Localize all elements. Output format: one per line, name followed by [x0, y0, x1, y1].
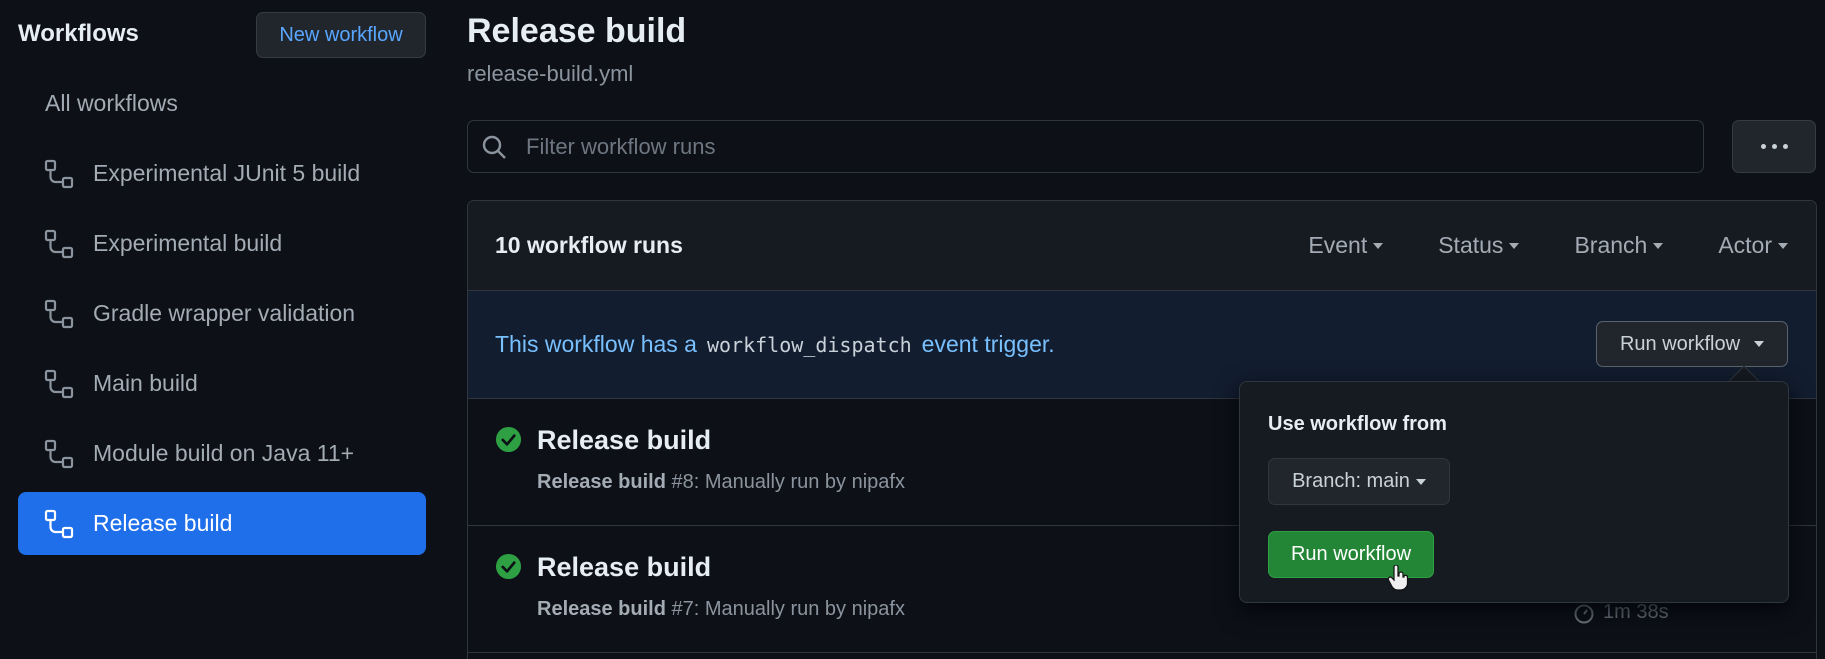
run-meta: Release build #7: Manually run by nipafx [537, 598, 905, 621]
workflows-sidebar: Workflows New workflow All workflows Exp… [0, 0, 445, 659]
stopwatch-icon [1574, 604, 1594, 623]
sidebar-item-label: Main build [93, 370, 198, 396]
branch-label: Branch: main [1292, 470, 1410, 492]
run-title[interactable]: Release build [537, 425, 711, 456]
sidebar-item-experimental-build[interactable]: Experimental build [18, 212, 426, 275]
branch-select-button[interactable]: Branch: main [1268, 458, 1450, 505]
caret-down-icon [1415, 478, 1426, 485]
run-description: #7: Manually run by nipafx [665, 598, 905, 620]
event-filter-dropdown[interactable]: Event [1308, 232, 1384, 259]
run-workflow-name: Release build [537, 598, 666, 620]
workflow-file-link[interactable]: release-build.yml [467, 61, 633, 87]
sidebar-item-label: Module build on Java 11+ [93, 440, 355, 466]
caret-down-icon [1754, 341, 1765, 347]
run-description: #8: Manually run by nipafx [665, 471, 905, 493]
run-duration: 1m 38s [1573, 601, 1669, 624]
sidebar-item-label: Release build [93, 510, 233, 536]
run-title[interactable]: Release build [537, 552, 711, 583]
more-options-button[interactable] [1732, 120, 1816, 173]
workflow-icon [44, 299, 74, 329]
run-duration-text: 1m 38s [1603, 601, 1669, 623]
workflow-list: Experimental JUnit 5 build Experimental … [18, 142, 426, 562]
dot-icon [1771, 144, 1777, 149]
caret-down-icon [1778, 242, 1788, 249]
sidebar-item-module-build-java11[interactable]: Module build on Java 11+ [18, 422, 426, 485]
actor-filter-dropdown[interactable]: Actor [1718, 232, 1788, 259]
dispatch-text-after: event trigger. [921, 331, 1055, 357]
new-workflow-button[interactable]: New workflow [256, 12, 426, 58]
filter-box [467, 120, 1704, 173]
dispatch-code: workflow_dispatch [706, 333, 912, 357]
dispatch-message: This workflow has a workflow_dispatch even… [495, 331, 1055, 358]
runs-filters: Event Status Branch Actor [1253, 232, 1788, 259]
sidebar-item-label: Experimental build [93, 230, 283, 256]
sidebar-item-release-build[interactable]: Release build [18, 492, 426, 555]
success-check-icon [495, 426, 522, 453]
run-workflow-label: Run workflow [1619, 332, 1741, 355]
sidebar-title: Workflows [18, 20, 139, 47]
workflow-icon [44, 439, 74, 469]
workflow-icon [44, 369, 74, 399]
sidebar-item-main-build[interactable]: Main build [18, 352, 426, 415]
workflow-icon [44, 229, 74, 259]
search-icon [482, 135, 506, 159]
filter-label: Branch [1574, 232, 1648, 258]
sidebar-item-label: Experimental JUnit 5 build [93, 160, 361, 186]
sidebar-item-label: Gradle wrapper validation [93, 300, 356, 326]
run-workflow-name: Release build [537, 471, 666, 493]
runs-header: 10 workflow runs Event Status Branch Act… [468, 201, 1816, 291]
dot-icon [1782, 144, 1788, 149]
dot-icon [1760, 144, 1766, 149]
branch-filter-dropdown[interactable]: Branch [1574, 232, 1664, 259]
run-workflow-submit-button[interactable]: Run workflow [1268, 531, 1434, 578]
dispatch-text-before: This workflow has a [495, 331, 697, 357]
caret-down-icon [1373, 242, 1384, 249]
success-check-icon [495, 553, 522, 580]
caret-down-icon [1653, 242, 1664, 249]
status-filter-dropdown[interactable]: Status [1438, 232, 1520, 259]
run-workflow-dropdown-button[interactable]: Run workflow [1596, 321, 1788, 367]
workflow-icon [44, 509, 74, 539]
filter-workflow-runs-input[interactable] [526, 133, 1703, 160]
workflow-icon [44, 159, 74, 189]
use-workflow-from-label: Use workflow from [1268, 413, 1447, 435]
runs-count: 10 workflow runs [495, 232, 683, 258]
filter-label: Event [1308, 232, 1368, 258]
sidebar-item-gradle-wrapper-validation[interactable]: Gradle wrapper validation [18, 282, 426, 345]
run-workflow-popover: Use workflow from Branch: main Run workf… [1239, 381, 1789, 603]
caret-down-icon [1509, 242, 1520, 249]
page-title: Release build [467, 12, 687, 50]
hand-pointer-icon [1387, 565, 1409, 591]
filter-label: Actor [1718, 232, 1772, 258]
filter-label: Status [1438, 232, 1504, 258]
run-meta: Release build #8: Manually run by nipafx [537, 471, 905, 494]
sidebar-item-experimental-junit5-build[interactable]: Experimental JUnit 5 build [18, 142, 426, 205]
sidebar-item-all-workflows[interactable]: All workflows [45, 90, 178, 117]
